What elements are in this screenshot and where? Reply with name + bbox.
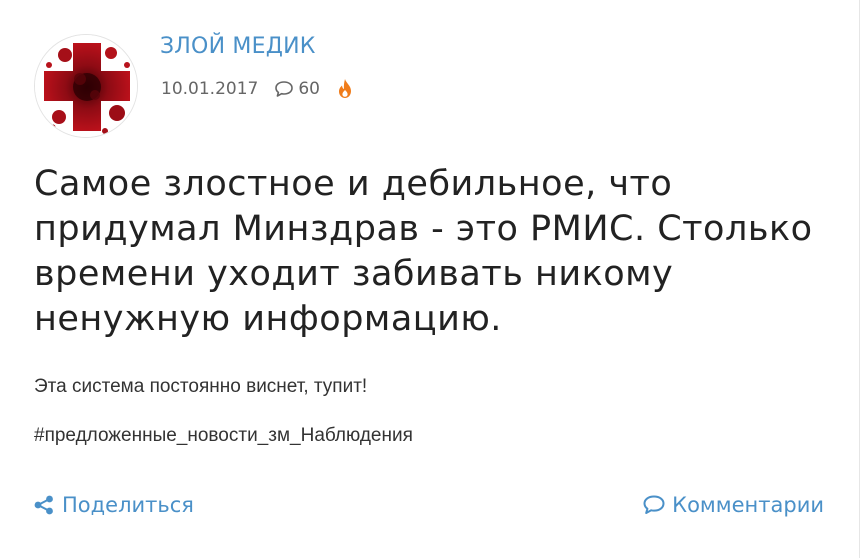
author-avatar[interactable] bbox=[34, 34, 138, 138]
comments-label: Комментарии bbox=[672, 493, 824, 517]
hot-badge bbox=[336, 78, 354, 100]
comment-count[interactable]: 60 bbox=[274, 79, 320, 99]
red-cross-avatar-icon bbox=[35, 35, 137, 137]
share-label: Поделиться bbox=[62, 493, 194, 517]
author-name[interactable]: ЗЛОЙ МЕДИК bbox=[160, 34, 316, 59]
comment-count-value: 60 bbox=[298, 79, 320, 99]
share-icon bbox=[34, 495, 53, 515]
post-date: 10.01.2017 bbox=[161, 79, 259, 99]
share-button[interactable]: Поделиться bbox=[33, 490, 194, 520]
post-title: Самое злостное и дебильное, что придумал… bbox=[34, 164, 813, 339]
comments-button[interactable]: Комментарии bbox=[642, 490, 824, 520]
fire-icon bbox=[338, 79, 351, 98]
post-body: Эта система постоянно виснет, тупит! bbox=[34, 376, 368, 397]
post-card: ЗЛОЙ МЕДИК 10.01.2017 60 Самое злостное … bbox=[0, 0, 860, 558]
speech-bubble-icon bbox=[643, 495, 665, 514]
post-hashtag[interactable]: #предложенные_новости_зм_Наблюдения bbox=[34, 425, 413, 447]
post-meta: 10.01.2017 60 bbox=[161, 76, 354, 102]
speech-bubble-icon bbox=[275, 81, 294, 97]
